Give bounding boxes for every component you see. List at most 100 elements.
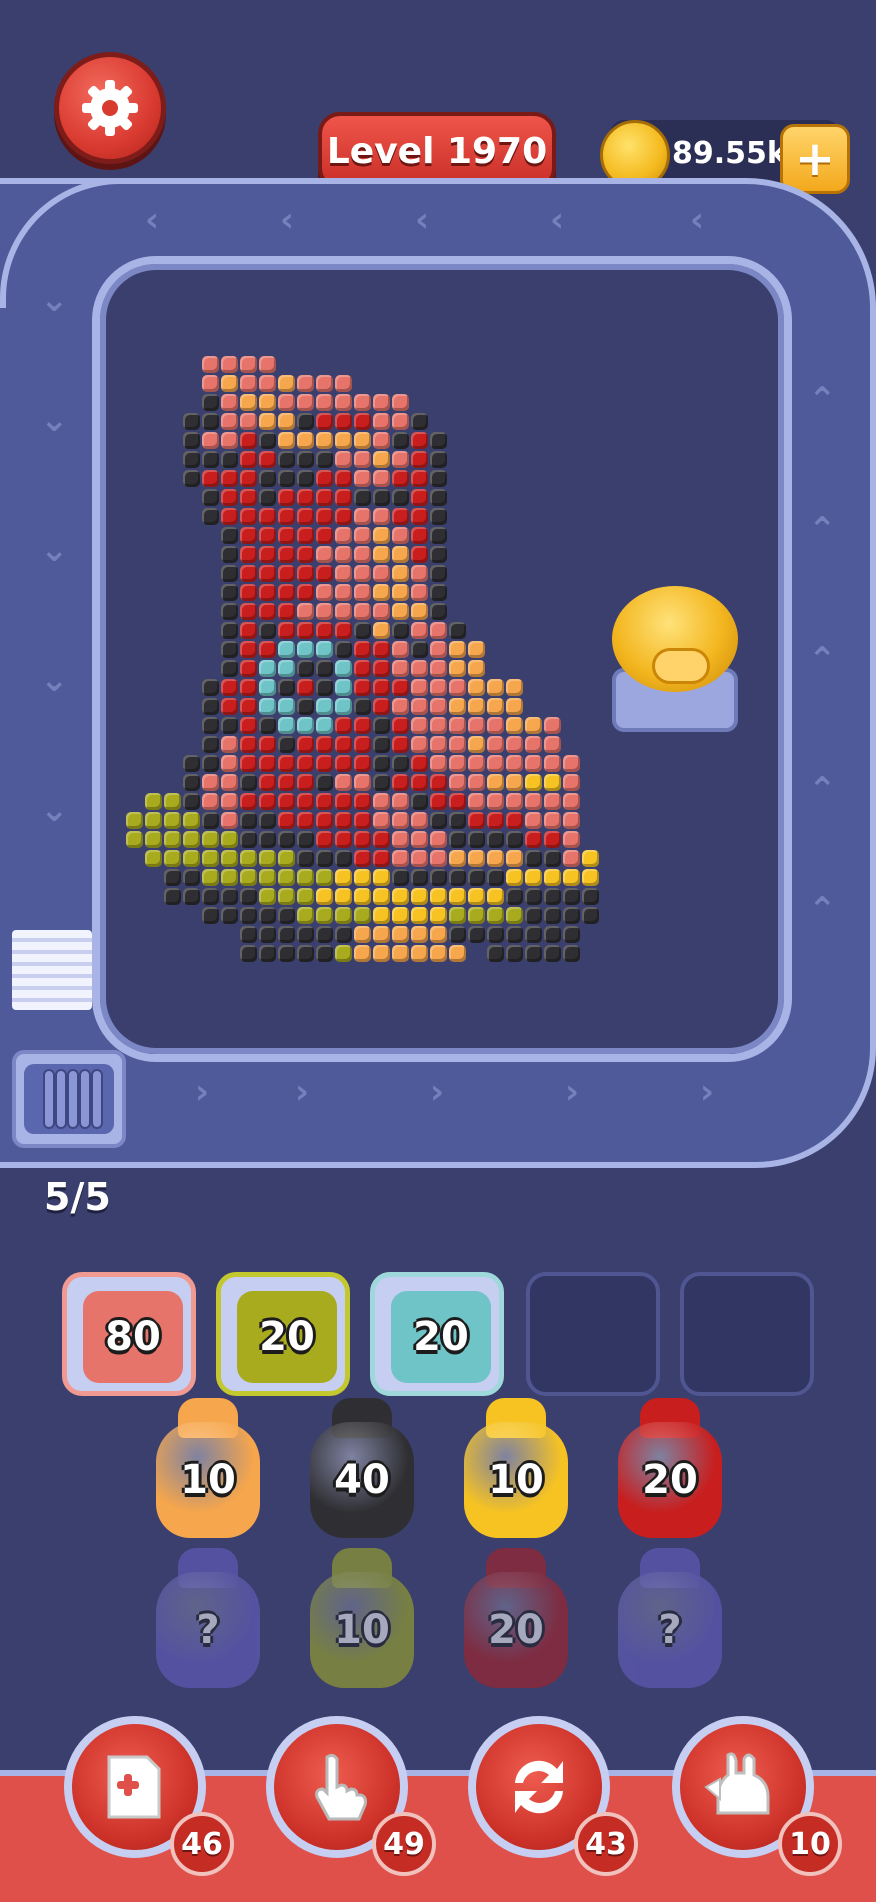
pixel-block: [259, 394, 276, 411]
pixel-block: [335, 584, 352, 601]
pixel-block: [449, 926, 466, 943]
pixel-block: [316, 698, 333, 715]
track-arrow-icon: ⌄: [40, 530, 69, 570]
pixel-block: [563, 755, 580, 772]
pixel-block: [240, 926, 257, 943]
pixel-block: [145, 850, 162, 867]
pixel-block: [297, 451, 314, 468]
pixel-block: [297, 736, 314, 753]
pixel-block: [525, 812, 542, 829]
shooter-body: 20: [618, 1422, 722, 1538]
pixel-block: [411, 622, 428, 639]
pixel-block: [183, 413, 200, 430]
pixel-block: [354, 926, 371, 943]
pixel-block: [392, 660, 409, 677]
pixel-block: [278, 698, 295, 715]
pixel-block: [430, 945, 447, 962]
pixel-block: [221, 736, 238, 753]
color-shooter[interactable]: 10: [464, 1398, 568, 1538]
pixel-block: [373, 546, 390, 563]
pixel-block: [430, 451, 447, 468]
pixel-block: [278, 565, 295, 582]
pixel-block: [278, 945, 295, 962]
pixel-block: [411, 717, 428, 734]
shooter-body: 10: [156, 1422, 260, 1538]
mystery-shooter[interactable]: ?: [156, 1548, 260, 1688]
add-coins-button[interactable]: +: [780, 124, 850, 194]
pixel-block: [354, 774, 371, 791]
pixel-block: [297, 812, 314, 829]
pixel-block: [335, 831, 352, 848]
pixel-block: [240, 451, 257, 468]
pixel-block: [468, 888, 485, 905]
pixel-block: [278, 869, 295, 886]
pixel-block: [354, 660, 371, 677]
pixel-block: [449, 641, 466, 658]
pixel-block: [373, 527, 390, 544]
pixel-block: [487, 850, 504, 867]
pixel-block: [449, 698, 466, 715]
pixel-block: [373, 945, 390, 962]
pixel-block: [373, 793, 390, 810]
pixel-block: [297, 774, 314, 791]
pixel-block: [373, 394, 390, 411]
color-shooter[interactable]: 40: [310, 1398, 414, 1538]
shooter-ammo-count: ?: [196, 1607, 220, 1653]
pixel-block: [411, 546, 428, 563]
color-shooter[interactable]: 20: [618, 1398, 722, 1538]
pixel-block: [202, 508, 219, 525]
pixel-block: [392, 755, 409, 772]
pixel-block: [354, 527, 371, 544]
pixel-block: [297, 584, 314, 601]
pixel-block: [544, 812, 561, 829]
pixel-block: [354, 945, 371, 962]
pixel-block: [240, 641, 257, 658]
mystery-shooter[interactable]: ?: [618, 1548, 722, 1688]
pixel-block: [449, 774, 466, 791]
pixel-block: [525, 850, 542, 867]
pixel-block: [468, 717, 485, 734]
color-shooter[interactable]: 10: [310, 1548, 414, 1688]
pixel-block: [487, 698, 504, 715]
pixel-block: [259, 945, 276, 962]
pixel-block: [297, 888, 314, 905]
pixel-block: [335, 641, 352, 658]
pixel-block: [563, 793, 580, 810]
pixel-block: [183, 432, 200, 449]
pixel-block: [335, 888, 352, 905]
pixel-block: [297, 394, 314, 411]
track-arrow-icon: ⌄: [40, 400, 69, 440]
pixel-block: [316, 375, 333, 392]
pixel-block: [563, 869, 580, 886]
pixel-block: [316, 945, 333, 962]
queue-slot-count: 20: [259, 1314, 315, 1360]
pixel-block: [145, 831, 162, 848]
pixel-block: [354, 584, 371, 601]
settings-button[interactable]: [54, 52, 166, 164]
track-arrow-icon: ⌄: [40, 790, 69, 830]
color-shooter[interactable]: 10: [156, 1398, 260, 1538]
pixel-block: [468, 679, 485, 696]
pixel-block: [297, 470, 314, 487]
pixel-block: [449, 679, 466, 696]
shooter-body: 20: [464, 1572, 568, 1688]
pixel-block: [278, 907, 295, 924]
tap-count: 49: [372, 1812, 436, 1876]
pixel-block: [316, 622, 333, 639]
pixel-block: [354, 622, 371, 639]
pixel-block: [430, 565, 447, 582]
pixel-block: [240, 356, 257, 373]
pixel-block: [297, 850, 314, 867]
pixel-block: [487, 869, 504, 886]
pixel-block: [240, 489, 257, 506]
shooter-ammo-count: 20: [488, 1607, 544, 1653]
pixel-block: [297, 660, 314, 677]
pixel-block: [202, 907, 219, 924]
pixel-block: [392, 926, 409, 943]
pixel-block: [468, 660, 485, 677]
pixel-block: [411, 869, 428, 886]
pixel-block: [373, 926, 390, 943]
color-shooter[interactable]: 20: [464, 1548, 568, 1688]
pixel-block: [411, 812, 428, 829]
pixel-block: [183, 793, 200, 810]
